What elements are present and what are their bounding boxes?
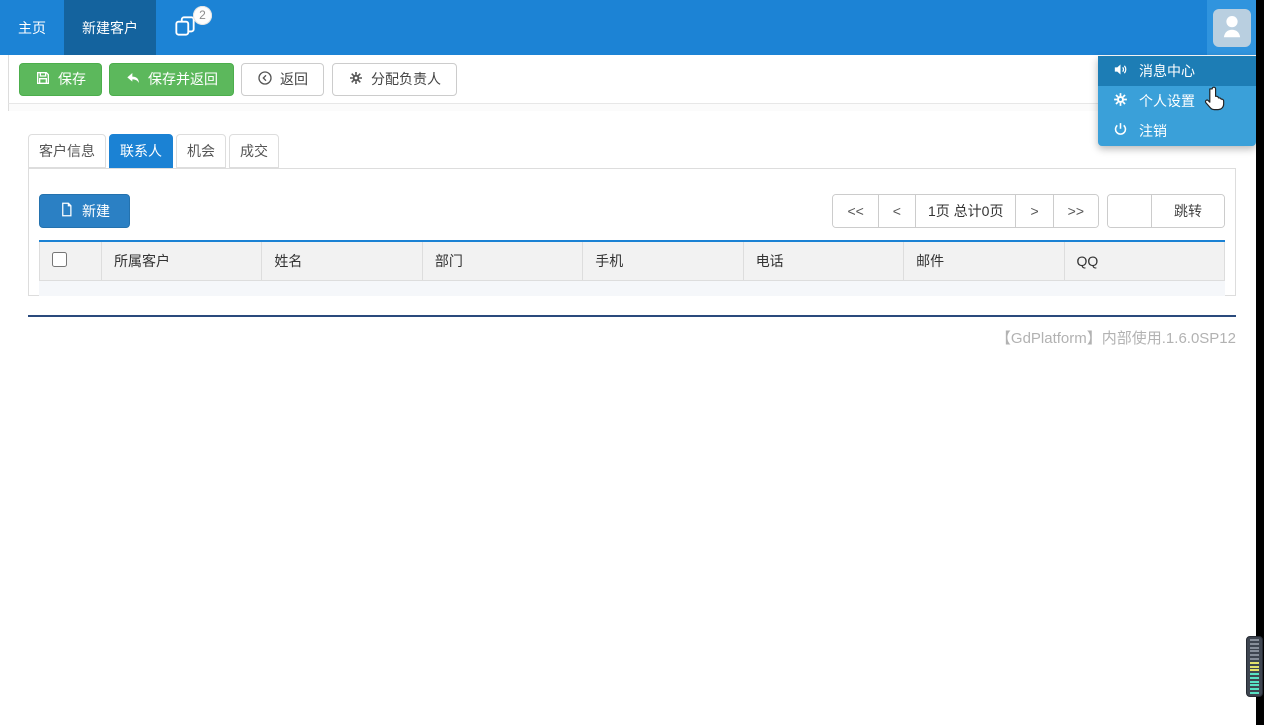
screen-edge-black-strip [1256,0,1264,725]
assign-owner-button-label: 分配负责人 [371,71,441,87]
tab-contacts[interactable]: 联系人 [109,134,173,168]
tab-deal[interactable]: 成交 [229,134,279,168]
menu-item-message-center[interactable]: 消息中心 [1098,56,1256,86]
empty-table-body [39,280,1225,296]
reply-arrow-icon [125,70,141,89]
nav-item-home[interactable]: 主页 [0,0,64,55]
new-file-icon [59,202,74,220]
nav-item-new-customer[interactable]: 新建客户 [64,0,156,55]
save-and-return-button[interactable]: 保存并返回 [109,62,234,96]
avatar [1212,8,1251,47]
page-status: 1页 总计0页 [915,195,1017,227]
circle-left-arrow-icon [257,70,273,89]
tab-deal-label: 成交 [240,143,268,159]
page-jump-group: 跳转 [1107,194,1225,228]
user-dropdown-menu: 消息中心 个人设置 注销 [1098,56,1256,146]
menu-item-logout[interactable]: 注销 [1098,116,1256,146]
menu-item-personal-settings[interactable]: 个人设置 [1098,86,1256,116]
back-button[interactable]: 返回 [241,62,324,96]
user-menu-button[interactable] [1207,0,1256,55]
pagination: << < 1页 总计0页 > >> 跳转 [832,194,1225,228]
open-tabs-button[interactable]: 2 [156,0,214,55]
prev-page-button[interactable]: < [878,195,916,227]
first-page-button[interactable]: << [833,195,879,227]
next-page-button[interactable]: > [1016,195,1054,227]
volume-icon [1112,61,1129,81]
action-toolbar: 保存 保存并返回 返回 分配负责人 [8,55,1256,104]
top-navbar: 主页 新建客户 2 [0,0,1264,55]
last-page-button[interactable]: >> [1053,195,1098,227]
tab-customer-info-label: 客户信息 [39,143,95,159]
pagination-group: << < 1页 总计0页 > >> [832,194,1099,228]
led-meter-widget [1246,636,1263,697]
footer-version-text: 【GdPlatform】内部使用.1.6.0SP12 [995,330,1236,347]
column-header-customer: 所属客户 [100,241,263,281]
menu-item-message-center-label: 消息中心 [1139,63,1195,79]
assign-owner-button[interactable]: 分配负责人 [332,62,457,96]
column-header-name: 姓名 [261,241,423,281]
new-contact-button[interactable]: 新建 [39,194,130,228]
page-jump-button[interactable]: 跳转 [1152,195,1224,227]
tab-customer-info[interactable]: 客户信息 [28,134,106,168]
contacts-table: 所属客户 姓名 部门 手机 电话 邮件 QQ [39,240,1226,281]
column-header-phone: 电话 [742,241,905,281]
grid-toolbar: 新建 << < 1页 总计0页 > >> 跳转 [39,194,1225,228]
footer-divider [28,315,1236,317]
column-header-mobile: 手机 [582,241,744,281]
new-contact-button-label: 新建 [82,203,110,219]
save-and-return-button-label: 保存并返回 [148,71,218,87]
nav-item-new-customer-label: 新建客户 [82,19,138,36]
tab-opportunity[interactable]: 机会 [176,134,226,168]
table-header-row: 所属客户 姓名 部门 手机 电话 邮件 QQ [39,241,1226,281]
column-header-qq: QQ [1063,241,1226,281]
detail-tabs: 客户信息 联系人 机会 成交 [28,134,282,168]
page-jump-input[interactable] [1108,195,1152,227]
gear-icon [348,70,364,89]
person-icon [1217,11,1247,44]
save-button[interactable]: 保存 [19,62,102,96]
save-button-label: 保存 [58,71,86,87]
gear-icon [1112,91,1129,111]
power-icon [1112,121,1129,141]
select-all-cell [39,241,102,281]
column-header-department: 部门 [421,241,584,281]
tabs-count-badge: 2 [193,6,212,25]
back-button-label: 返回 [280,71,308,87]
column-header-email: 邮件 [903,241,1065,281]
hand-cursor-icon [1202,84,1227,111]
menu-item-logout-label: 注销 [1139,123,1167,139]
select-all-checkbox[interactable] [52,251,67,267]
section-divider-band [8,104,1256,111]
menu-item-personal-settings-label: 个人设置 [1139,93,1195,109]
tab-opportunity-label: 机会 [187,143,215,159]
floppy-icon [35,70,51,89]
tab-contacts-label: 联系人 [120,143,162,159]
nav-item-home-label: 主页 [18,19,46,36]
contacts-panel: 新建 << < 1页 总计0页 > >> 跳转 所属客户 姓名 部门 手机 电话… [28,168,1236,296]
